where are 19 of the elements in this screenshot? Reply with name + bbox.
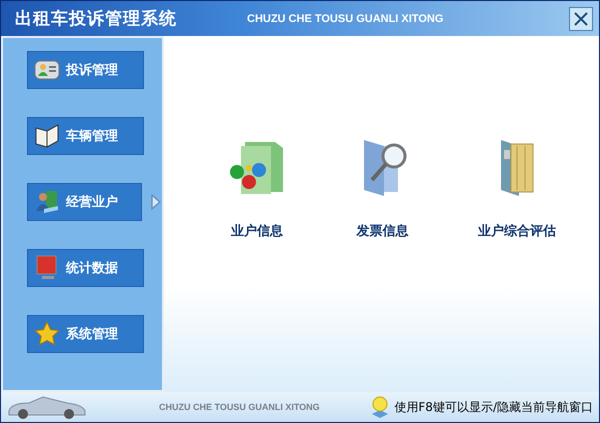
window-title: 出租车投诉管理系统: [15, 8, 177, 30]
module-link[interactable]: 业户综合评估: [478, 136, 556, 246]
open-book-icon: [34, 123, 60, 149]
close-button[interactable]: [569, 6, 593, 30]
module-link[interactable]: 业户信息: [226, 136, 287, 246]
lightbulb-icon: [370, 396, 390, 418]
nav-button[interactable]: 投诉管理: [27, 51, 144, 89]
hint-text: 使用F8键可以显示/隐藏当前导航窗口: [394, 398, 593, 416]
close-icon: [573, 10, 589, 26]
nav-button[interactable]: 经营业户: [27, 183, 142, 221]
person-folder-icon: [34, 189, 60, 215]
window-subtitle: CHUZU CHE TOUSU GUANLI XITONG: [247, 12, 444, 24]
star-icon: [34, 321, 60, 347]
nav-button[interactable]: 车辆管理: [27, 117, 144, 155]
brand-text: CHUZU CHE TOUSU GUANLI XITONG: [159, 402, 321, 412]
nav-button[interactable]: 统计数据: [27, 249, 144, 287]
car-icon: [7, 395, 87, 419]
module-link[interactable]: 发票信息: [352, 136, 412, 246]
nav-button[interactable]: 系统管理: [27, 315, 144, 353]
